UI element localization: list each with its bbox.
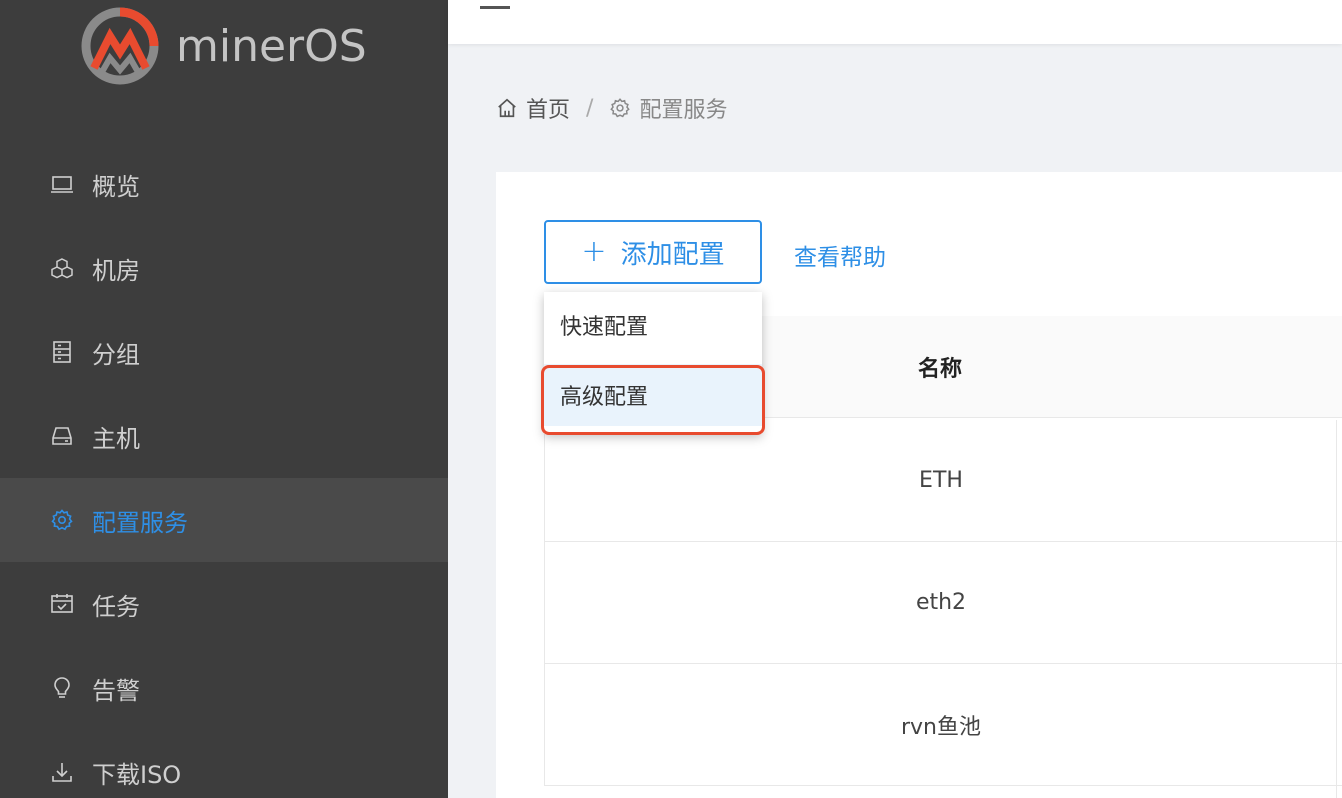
add-config-button[interactable]: + 添加配置 (544, 220, 762, 284)
view-help-link[interactable]: 查看帮助 (794, 238, 886, 272)
menu-item-quick-config[interactable]: 快速配置 (544, 294, 762, 356)
sidebar-item-overview[interactable]: 概览 (0, 142, 448, 226)
sidebar: minerOS 概览 机房 分组 主机 配置服务 任务 告警 下载ISO (0, 0, 448, 798)
cubes-icon (50, 256, 74, 280)
bulb-icon (50, 676, 74, 700)
sidebar-item-label: 机房 (92, 256, 140, 285)
top-header (448, 0, 1342, 44)
sidebar-item-label: 主机 (92, 424, 140, 453)
hamburger-icon[interactable] (480, 6, 510, 9)
breadcrumb-separator: / (586, 95, 594, 121)
menu-item-advanced-config[interactable]: 高级配置 (544, 364, 762, 426)
breadcrumb: 首页 / 配置服务 (496, 92, 727, 124)
sidebar-item-groups[interactable]: 分组 (0, 310, 448, 394)
sidebar-nav: 概览 机房 分组 主机 配置服务 任务 告警 下载ISO (0, 142, 448, 798)
sidebar-item-download-iso[interactable]: 下载ISO (0, 730, 448, 798)
logo[interactable]: minerOS (80, 6, 367, 86)
laptop-icon (50, 172, 74, 196)
drive-icon (50, 424, 74, 448)
brand-name: minerOS (176, 20, 367, 72)
table-row[interactable]: ETH (544, 420, 1342, 542)
add-config-dropdown: 快速配置 高级配置 (544, 292, 762, 434)
add-config-label: 添加配置 (620, 239, 725, 270)
sidebar-item-label: 告警 (92, 676, 140, 705)
sidebar-item-label: 分组 (92, 340, 140, 369)
breadcrumb-home[interactable]: 首页 (526, 92, 570, 124)
table-row[interactable]: eth2 (544, 542, 1342, 664)
column-divider (1336, 420, 1337, 798)
plus-icon: + (581, 234, 607, 269)
breadcrumb-current: 配置服务 (639, 98, 728, 123)
sidebar-item-config-service[interactable]: 配置服务 (0, 478, 448, 562)
sidebar-item-label: 下载ISO (92, 760, 182, 789)
download-icon (50, 760, 74, 784)
table-row[interactable]: rvn鱼池 (544, 664, 1342, 786)
table-cell-name: eth2 (915, 590, 967, 615)
sidebar-item-alerts[interactable]: 告警 (0, 646, 448, 730)
server-icon (50, 340, 74, 364)
sidebar-item-label: 任务 (92, 592, 140, 621)
sidebar-item-tasks[interactable]: 任务 (0, 562, 448, 646)
table-cell-name: ETH (919, 468, 963, 493)
logo-mark-icon (81, 7, 159, 85)
sidebar-item-label: 概览 (92, 172, 140, 201)
sidebar-item-hosts[interactable]: 主机 (0, 394, 448, 478)
table-cell-name: rvn鱼池 (900, 714, 981, 740)
sidebar-item-datacenter[interactable]: 机房 (0, 226, 448, 310)
home-icon (496, 97, 518, 119)
gear-icon (50, 508, 74, 532)
sidebar-item-label: 配置服务 (92, 508, 188, 537)
calendar-check-icon (50, 592, 74, 616)
gear-icon (609, 97, 631, 119)
